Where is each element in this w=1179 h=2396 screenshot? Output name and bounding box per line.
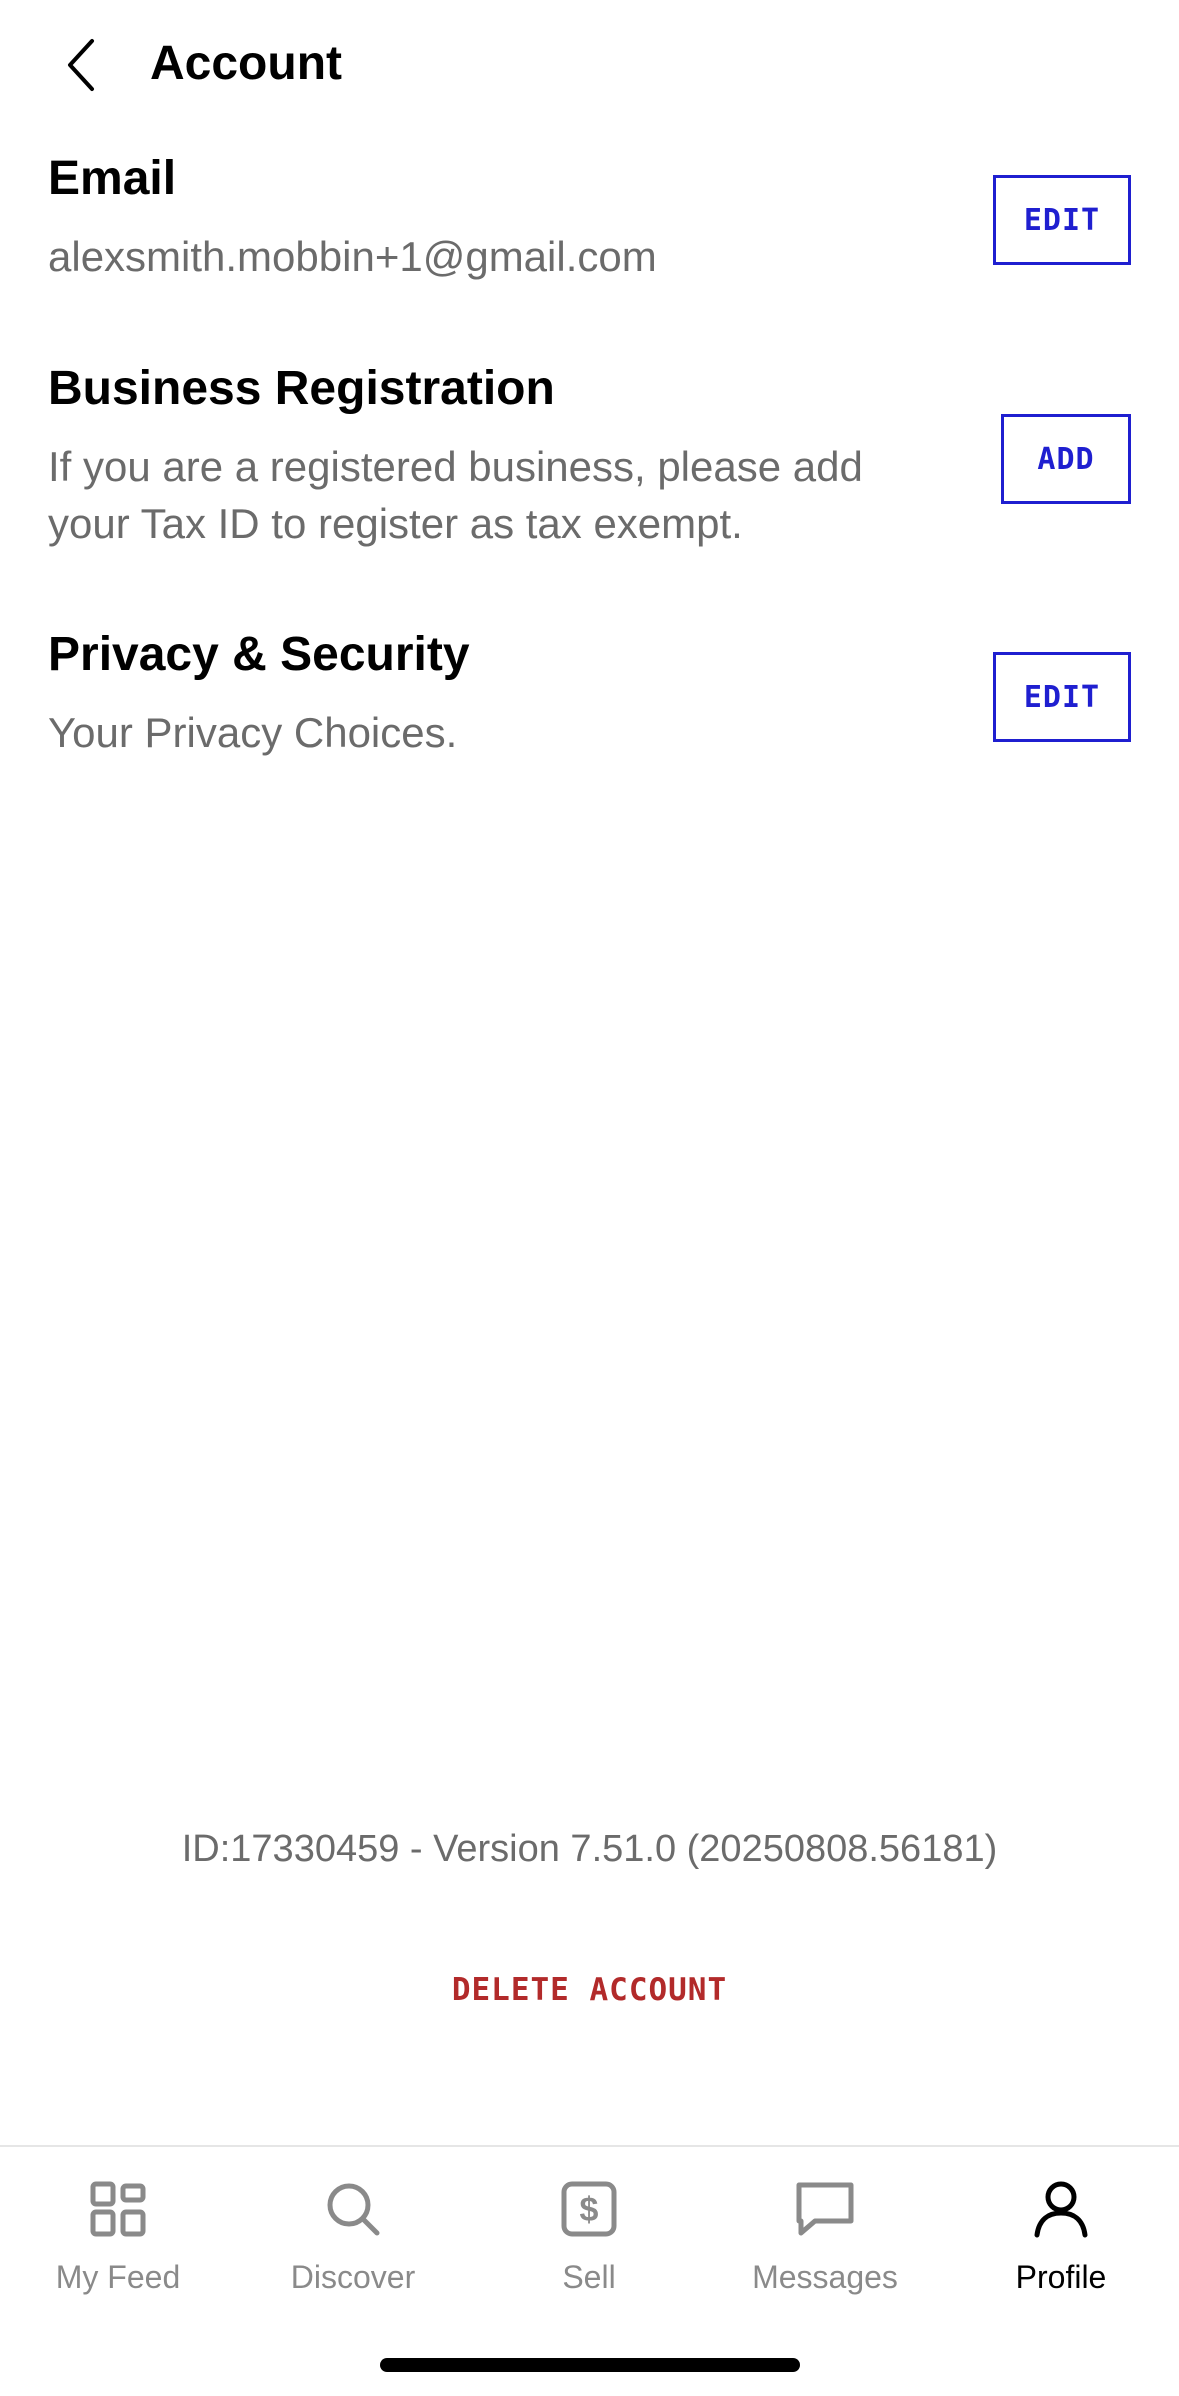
- chevron-left-icon: [68, 39, 94, 91]
- email-section: Email alexsmith.mobbin+1@gmail.com EDIT: [48, 150, 1131, 285]
- search-icon: [321, 2177, 385, 2241]
- delete-account-button[interactable]: DELETE ACCOUNT: [0, 1972, 1179, 2008]
- edit-privacy-button[interactable]: EDIT: [993, 652, 1131, 742]
- privacy-choices-text: Your Privacy Choices.: [48, 709, 458, 756]
- tab-messages-label: Messages: [752, 2259, 898, 2295]
- business-registration-description: If you are a registered business, please…: [48, 443, 863, 547]
- svg-text:$: $: [580, 2191, 599, 2229]
- add-tax-id-button[interactable]: ADD: [1001, 414, 1131, 504]
- back-button[interactable]: [52, 30, 112, 100]
- tab-sell-label: Sell: [562, 2259, 616, 2295]
- page-title: Account: [150, 37, 342, 90]
- tab-discover[interactable]: Discover: [235, 2169, 471, 2319]
- tab-my-feed[interactable]: My Feed: [0, 2169, 236, 2319]
- edit-email-button[interactable]: EDIT: [993, 175, 1131, 265]
- business-registration-title: Business Registration: [48, 362, 555, 415]
- tab-sell[interactable]: $ Sell: [471, 2169, 707, 2319]
- email-title: Email: [48, 152, 177, 205]
- dollar-tag-icon: $: [557, 2177, 621, 2241]
- tab-my-feed-label: My Feed: [55, 2259, 181, 2295]
- privacy-security-section: Privacy & Security Your Privacy Choices.…: [48, 626, 1131, 761]
- business-registration-section: Business Registration If you are a regis…: [48, 360, 1131, 552]
- email-value: alexsmith.mobbin+1@gmail.com: [48, 233, 657, 280]
- tab-profile[interactable]: Profile: [943, 2169, 1179, 2319]
- person-icon: [1029, 2177, 1093, 2241]
- header: Account: [0, 0, 1179, 130]
- home-indicator: [380, 2358, 800, 2372]
- tab-messages[interactable]: Messages: [707, 2169, 943, 2319]
- privacy-security-title: Privacy & Security: [48, 628, 470, 681]
- chat-bubble-icon: [793, 2177, 857, 2241]
- version-info: ID:17330459 - Version 7.51.0 (20250808.5…: [181, 1828, 998, 1870]
- tab-discover-label: Discover: [290, 2259, 416, 2295]
- tab-profile-label: Profile: [1015, 2259, 1107, 2295]
- grid-icon: [86, 2177, 150, 2241]
